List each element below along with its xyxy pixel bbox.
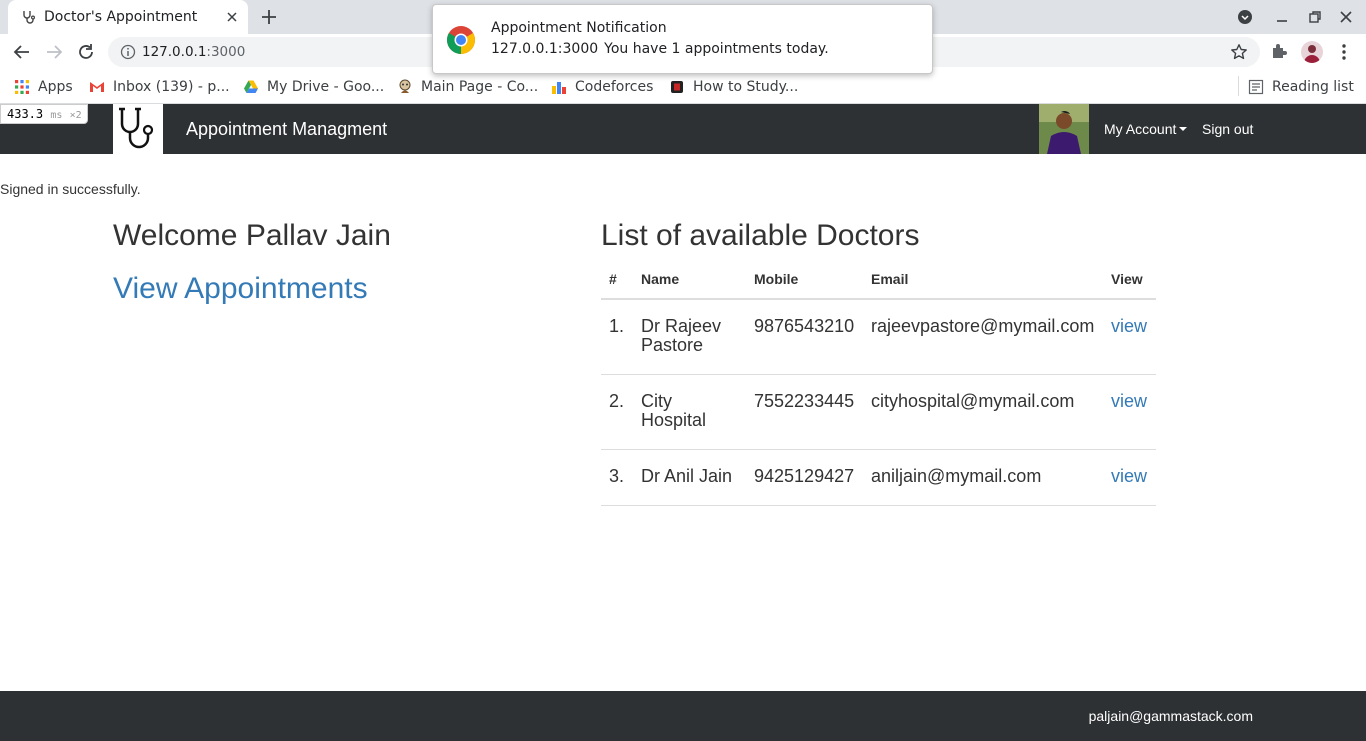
forward-arrow-icon[interactable] — [44, 42, 64, 62]
bookmark-my-drive[interactable]: My Drive - Goo... — [243, 77, 384, 97]
bookmark-codeforces[interactable]: Codeforces — [551, 77, 653, 97]
bookmarks-divider — [1238, 76, 1239, 96]
profiler-badge[interactable]: 433.3 ms ×2 — [0, 104, 88, 124]
close-icon[interactable] — [224, 9, 240, 25]
stethoscope-icon — [23, 11, 36, 24]
back-arrow-icon[interactable] — [12, 42, 32, 62]
my-account-dropdown[interactable]: My Account — [1104, 121, 1188, 137]
doctor-mobile: 7552233445 — [746, 374, 863, 450]
url-host: 127.0.0.1 — [142, 44, 207, 60]
wiki-icon — [399, 79, 411, 93]
app-footer: paljain@gammastack.com — [0, 691, 1366, 741]
column-header: # — [601, 262, 633, 300]
notification-body: 127.0.0.1:3000 You have 1 appointments to… — [491, 41, 829, 57]
restore-icon[interactable] — [1307, 9, 1323, 25]
google-drive-icon — [244, 80, 258, 93]
new-tab-icon[interactable] — [260, 8, 278, 26]
welcome-heading: Welcome Pallav Jain — [113, 219, 391, 252]
my-account-label: My Account — [1104, 121, 1177, 137]
info-icon[interactable] — [120, 44, 136, 60]
window-close-icon[interactable] — [1338, 9, 1354, 25]
tab-title: Doctor's Appointment — [44, 9, 198, 25]
doctor-name: Dr Anil Jain — [633, 449, 746, 506]
footer-email: paljain@gammastack.com — [1088, 708, 1253, 724]
profiler-multiplier: ×2 — [69, 110, 82, 121]
stethoscope-icon — [119, 107, 154, 149]
doctor-name: Dr Rajeev Pastore — [633, 299, 746, 375]
url-text: 127.0.0.1:3000 — [142, 44, 245, 60]
view-doctor-link[interactable]: view — [1111, 466, 1147, 486]
more-menu-icon[interactable] — [1336, 43, 1352, 61]
reload-icon[interactable] — [76, 42, 96, 62]
browser-tab[interactable]: Doctor's Appointment — [8, 0, 248, 34]
app-navbar: Appointment Managment My Account Sign ou… — [0, 104, 1366, 154]
bookmark-main-page[interactable]: Main Page - Co... — [397, 77, 538, 97]
view-appointments-link[interactable]: View Appointments — [113, 272, 368, 306]
reading-list-label: Reading list — [1272, 79, 1354, 95]
chrome-icon — [447, 26, 475, 54]
bookmark-label: How to Study... — [693, 79, 799, 95]
profile-avatar[interactable] — [1301, 41, 1323, 63]
tab-search-icon[interactable] — [1237, 9, 1253, 25]
profiler-unit: ms — [50, 110, 63, 121]
view-cell: view — [1103, 374, 1156, 450]
url-port: :3000 — [206, 44, 246, 60]
bookmark-label: Apps — [38, 79, 73, 95]
bookmark-label: Main Page - Co... — [421, 79, 539, 95]
notification-popup[interactable]: Appointment Notification 127.0.0.1:3000 Y… — [432, 4, 933, 74]
notification-title: Appointment Notification — [491, 20, 667, 36]
bookmark-label: My Drive - Goo... — [267, 79, 385, 95]
doctors-table: # Name Mobile Email View 1. Dr Rajeev Pa… — [601, 262, 1156, 506]
bookmark-red-icon — [671, 81, 683, 93]
view-cell: view — [1103, 449, 1156, 506]
bookmark-label: Codeforces — [575, 79, 654, 95]
column-header: Mobile — [746, 262, 863, 300]
user-avatar — [1039, 104, 1089, 154]
notification-origin: 127.0.0.1:3000 — [491, 41, 599, 57]
person-icon — [1304, 45, 1320, 63]
gmail-icon — [90, 82, 104, 92]
table-row: 2. City Hospital 7552233445 cityhospital… — [601, 374, 1156, 450]
doctor-email: rajeevpastore@mymail.com — [863, 299, 1103, 375]
column-header: View — [1103, 262, 1156, 300]
column-header: Email — [863, 262, 1103, 300]
table-row: 3. Dr Anil Jain 9425129427 aniljain@myma… — [601, 449, 1156, 506]
row-number: 1. — [601, 299, 633, 375]
user-photo-icon — [1039, 104, 1089, 154]
brand-logo[interactable] — [113, 104, 163, 154]
reading-list-icon — [1248, 79, 1264, 95]
bookmarks-bar: Apps Inbox (139) - p... My Drive - Goo..… — [0, 70, 1366, 104]
bookmark-inbox[interactable]: Inbox (139) - p... — [89, 77, 230, 97]
column-header: Name — [633, 262, 746, 300]
row-number: 2. — [601, 374, 633, 450]
bookmark-how-to-study[interactable]: How to Study... — [669, 77, 798, 97]
doctor-name: City Hospital — [633, 374, 746, 450]
caret-down-icon — [1179, 127, 1188, 131]
apps-grid-icon — [15, 80, 29, 94]
doctor-mobile: 9425129427 — [746, 449, 863, 506]
profiler-time: 433.3 — [7, 107, 44, 121]
row-number: 3. — [601, 449, 633, 506]
brand-title[interactable]: Appointment Managment — [186, 119, 387, 140]
doctor-email: cityhospital@mymail.com — [863, 374, 1103, 450]
doctor-mobile: 9876543210 — [746, 299, 863, 375]
table-row: 1. Dr Rajeev Pastore 9876543210 rajeevpa… — [601, 299, 1156, 375]
bookmark-star-icon[interactable] — [1230, 43, 1248, 61]
bookmark-apps[interactable]: Apps — [14, 77, 73, 97]
minimize-icon[interactable] — [1274, 9, 1290, 25]
notification-message: You have 1 appointments today. — [604, 41, 829, 57]
extensions-puzzle-icon[interactable] — [1270, 42, 1288, 60]
sign-out-link[interactable]: Sign out — [1202, 121, 1253, 137]
view-cell: view — [1103, 299, 1156, 375]
view-doctor-link[interactable]: view — [1111, 391, 1147, 411]
codeforces-icon — [552, 82, 566, 94]
doctor-email: aniljain@mymail.com — [863, 449, 1103, 506]
flash-message: Signed in successfully. — [0, 181, 141, 197]
bookmark-label: Inbox (139) - p... — [113, 79, 230, 95]
doctors-list-title: List of available Doctors — [601, 219, 920, 252]
table-header-row: # Name Mobile Email View — [601, 262, 1156, 300]
reading-list[interactable]: Reading list — [1248, 77, 1354, 97]
view-doctor-link[interactable]: view — [1111, 316, 1147, 336]
